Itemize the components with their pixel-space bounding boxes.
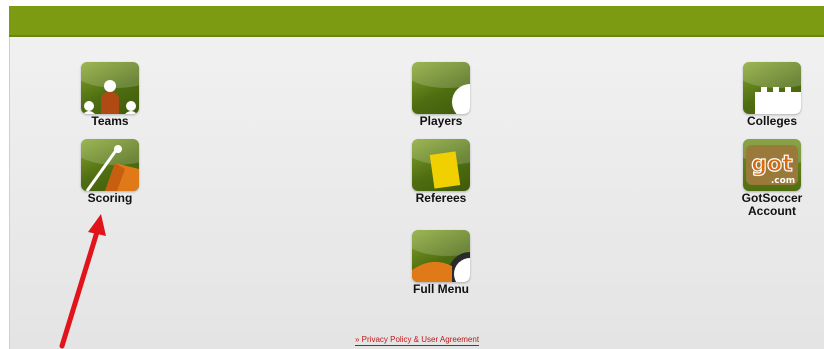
scoring-label: Scoring	[87, 191, 133, 205]
yellow-card-icon	[412, 139, 470, 191]
castle-icon	[743, 62, 801, 114]
gotsoccer-account-label-line2: Account	[748, 204, 796, 218]
referees-tile[interactable]: Referees	[396, 139, 486, 205]
referees-label: Referees	[415, 191, 467, 205]
ball-icon	[412, 62, 470, 114]
colleges-label: Colleges	[746, 114, 797, 128]
privacy-policy-link[interactable]: » Privacy Policy & User Agreement	[355, 335, 480, 346]
svg-text:.com: .com	[771, 176, 795, 186]
full-menu-label: Full Menu	[413, 282, 469, 296]
svg-text:got: got	[751, 152, 793, 177]
corner-flag-icon	[81, 139, 139, 191]
full-menu-tile[interactable]: Full Menu	[396, 230, 486, 296]
players-tile[interactable]: Players	[396, 62, 486, 128]
teams-tile[interactable]: Teams	[65, 62, 155, 128]
gotsoccer-account-tile[interactable]: got .com GotSoccer Account	[727, 139, 817, 218]
gotsoccer-logo-icon: got .com	[743, 139, 801, 191]
colleges-tile[interactable]: Colleges	[727, 62, 817, 128]
scoring-tile[interactable]: Scoring	[65, 139, 155, 205]
teams-label: Teams	[91, 114, 129, 128]
soccer-ball-icon	[412, 230, 470, 282]
team-people-icon	[81, 62, 139, 114]
players-label: Players	[419, 114, 463, 128]
header-bar	[9, 6, 824, 37]
